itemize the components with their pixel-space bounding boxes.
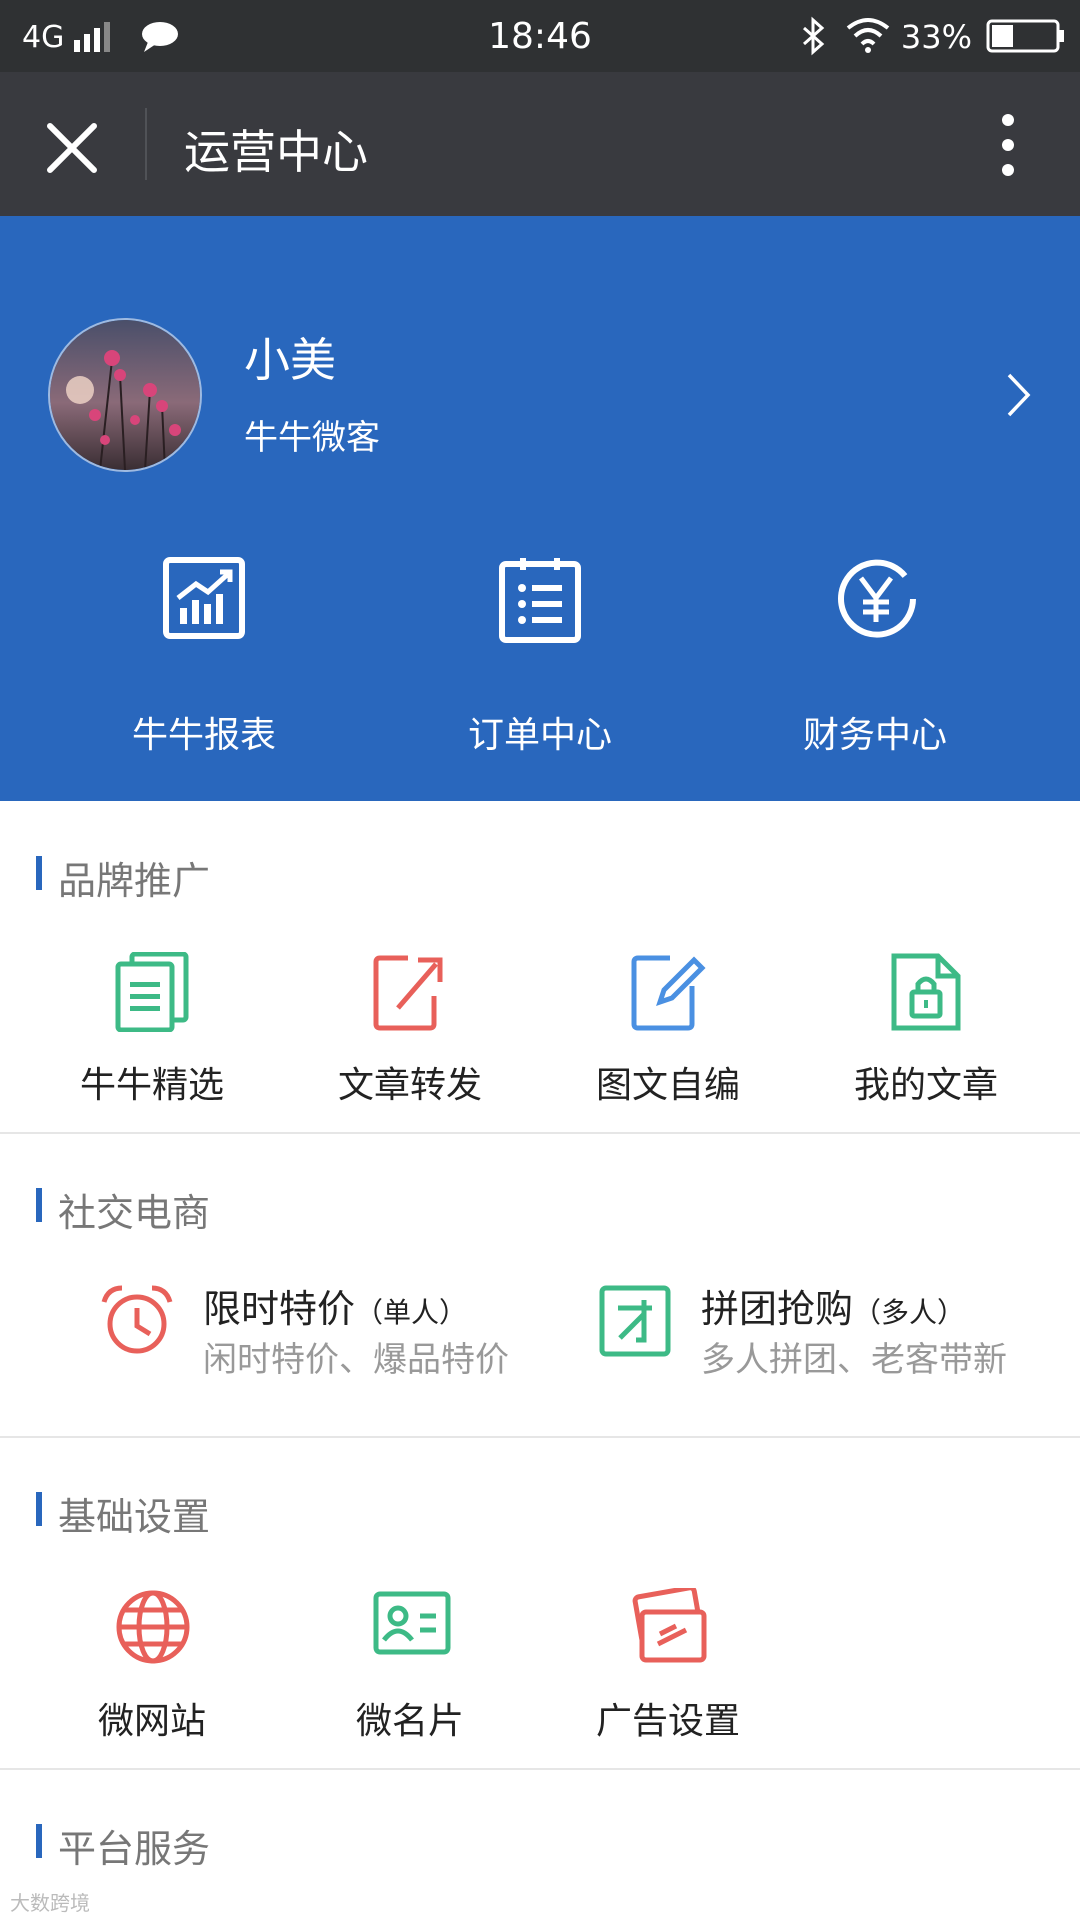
social-item-flash-sale[interactable]: 限时特价（单人） 闲时特价、爆品特价: [100, 1278, 540, 1388]
divider: [0, 1436, 1080, 1438]
profile-subtitle: 牛牛微客: [244, 418, 380, 458]
title-bar: 运营中心: [0, 72, 1080, 216]
yen-finance-icon: [838, 559, 916, 638]
social-item-tag: （多人）: [853, 1296, 966, 1329]
social-item-title: 限时特价（单人）: [203, 1287, 468, 1331]
wifi-icon: [846, 18, 890, 53]
group-buy-icon: [599, 1285, 671, 1357]
quick-action-orders[interactable]: 订单中心: [410, 556, 670, 756]
quick-action-label: 财务中心: [802, 715, 947, 756]
brand-item-edit[interactable]: 图文自编: [538, 952, 798, 1106]
section-title: 基础设置: [58, 1495, 211, 1539]
more-icon[interactable]: [990, 112, 1026, 178]
social-item-title: 拼团抢购（多人）: [701, 1287, 966, 1331]
profile-name: 小美: [244, 333, 336, 387]
page-title: 运营中心: [184, 125, 368, 179]
section-marker: [36, 1188, 42, 1222]
basic-item-website[interactable]: 微网站: [22, 1588, 282, 1742]
social-item-group-buy[interactable]: 拼团抢购（多人） 多人拼团、老客带新: [598, 1278, 1058, 1388]
globe-icon: [116, 1590, 190, 1664]
chevron-right-icon: [1007, 373, 1031, 417]
section-marker: [36, 1824, 42, 1858]
battery-percent: 33%: [900, 18, 972, 56]
quick-action-report[interactable]: 牛牛报表: [74, 556, 334, 756]
divider: [0, 1132, 1080, 1134]
bluetooth-icon: [803, 16, 825, 56]
alarm-clock-icon: [101, 1285, 173, 1354]
section-title: 社交电商: [58, 1191, 211, 1235]
documents-icon: [115, 952, 189, 1032]
share-export-icon: [373, 955, 443, 1031]
avatar[interactable]: [48, 318, 202, 472]
quick-action-label: 订单中心: [467, 715, 612, 756]
order-list-icon: [499, 558, 581, 643]
brand-item-label: 文章转发: [337, 1065, 482, 1106]
section-title: 品牌推广: [58, 859, 211, 903]
brand-item-label: 牛牛精选: [79, 1065, 224, 1106]
brand-item-selected[interactable]: 牛牛精选: [22, 952, 282, 1106]
quick-action-label: 牛牛报表: [131, 715, 276, 756]
section-title: 平台服务: [58, 1827, 211, 1871]
locked-file-icon: [891, 953, 961, 1031]
basic-item-card[interactable]: 微名片: [280, 1588, 540, 1742]
title-divider: [145, 108, 147, 180]
basic-item-label: 微网站: [97, 1701, 206, 1742]
brand-item-forward[interactable]: 文章转发: [280, 952, 540, 1106]
battery-icon: [986, 19, 1064, 53]
social-item-tag: （单人）: [355, 1296, 468, 1329]
business-card-icon: [373, 1591, 451, 1655]
brand-item-label: 图文自编: [595, 1065, 740, 1106]
brand-item-label: 我的文章: [853, 1065, 998, 1106]
basic-item-label: 微名片: [355, 1701, 464, 1742]
chart-report-icon: [163, 557, 245, 639]
watermark: 大数跨境: [10, 1891, 90, 1915]
edit-pen-icon: [631, 955, 706, 1031]
social-item-desc: 多人拼团、老客带新: [701, 1340, 1007, 1380]
close-icon[interactable]: [46, 122, 98, 174]
ad-cards-icon: [632, 1588, 707, 1663]
section-marker: [36, 1492, 42, 1526]
profile-header: 小美 牛牛微客 牛牛报表 订单中心 财务中心: [0, 216, 1080, 801]
basic-item-label: 广告设置: [595, 1701, 740, 1742]
basic-item-ads[interactable]: 广告设置: [538, 1588, 798, 1742]
avatar-image: [50, 320, 200, 470]
social-item-desc: 闲时特价、爆品特价: [203, 1340, 509, 1380]
quick-action-finance[interactable]: 财务中心: [745, 556, 1005, 756]
profile-card[interactable]: 小美 牛牛微客: [0, 276, 1080, 506]
divider: [0, 1768, 1080, 1770]
section-marker: [36, 856, 42, 890]
brand-item-my-articles[interactable]: 我的文章: [796, 952, 1056, 1106]
status-bar: 4G 18:46 33%: [0, 0, 1080, 72]
